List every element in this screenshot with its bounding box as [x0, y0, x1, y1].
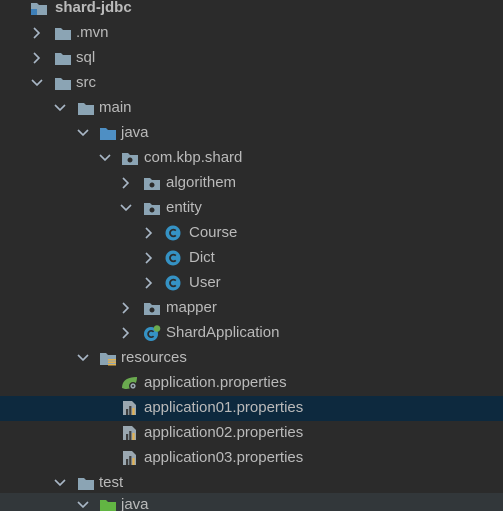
tree-node-label: com.kbp.shard: [144, 149, 243, 166]
tree-node-label: ShardApplication: [166, 324, 280, 341]
properties-file-icon: [121, 425, 139, 441]
chevron-right-icon[interactable]: [142, 251, 156, 265]
tree-node-java[interactable]: java: [0, 121, 503, 146]
tree-node-label: shard-jdbc: [55, 0, 132, 16]
tree-node-label: algorithem: [166, 174, 237, 191]
tree-node-label: application.properties: [144, 374, 287, 391]
package-icon: [143, 300, 161, 316]
tree-node-label: main: [99, 99, 132, 116]
tree-node-resources[interactable]: resources: [0, 346, 503, 371]
folder-icon: [77, 100, 95, 116]
tree-node-label: resources: [121, 349, 187, 366]
tree-node-dict[interactable]: Dict: [0, 246, 503, 271]
chevron-right-icon[interactable]: [30, 51, 44, 65]
tree-node-label: application02.properties: [144, 424, 304, 441]
chevron-right-icon[interactable]: [142, 226, 156, 240]
tree-node-label: .mvn: [76, 24, 109, 41]
chevron-down-icon[interactable]: [98, 151, 112, 165]
tree-node-main[interactable]: main: [0, 96, 503, 121]
tree-node-label: application01.properties: [144, 399, 304, 416]
tree-node-shard-jdbc[interactable]: shard-jdbc: [0, 0, 503, 21]
tree-node-algorithem[interactable]: algorithem: [0, 171, 503, 196]
chevron-down-icon[interactable]: [119, 201, 133, 215]
chevron-right-icon[interactable]: [119, 326, 133, 340]
chevron-down-icon[interactable]: [53, 476, 67, 490]
chevron-down-icon[interactable]: [76, 498, 90, 511]
tree-node-user[interactable]: User: [0, 271, 503, 296]
tree-node-label: mapper: [166, 299, 217, 316]
chevron-right-icon[interactable]: [119, 301, 133, 315]
tree-node-label: sql: [76, 49, 96, 66]
chevron-right-icon[interactable]: [119, 176, 133, 190]
folder-icon: [54, 50, 72, 66]
tree-node-label: java: [121, 496, 149, 511]
tree-node-label: Course: [189, 224, 238, 241]
tree-node-mapper[interactable]: mapper: [0, 296, 503, 321]
tree-node-src[interactable]: src: [0, 71, 503, 96]
tree-node-label: src: [76, 74, 96, 91]
folder-icon: [77, 475, 95, 491]
tree-node-label: test: [99, 474, 124, 491]
tree-node-label: entity: [166, 199, 202, 216]
tree-node-entity[interactable]: entity: [0, 196, 503, 221]
spring-properties-icon: [121, 375, 139, 391]
source-folder-icon: [99, 125, 117, 141]
spring-boot-class-icon: [143, 325, 161, 341]
chevron-right-icon[interactable]: [142, 276, 156, 290]
tree-node-application03-properties[interactable]: application03.properties: [0, 446, 503, 471]
properties-file-icon: [121, 450, 139, 466]
class-icon: [165, 275, 183, 291]
tree-node-application02-properties[interactable]: application02.properties: [0, 421, 503, 446]
module-icon: [30, 0, 48, 16]
package-icon: [143, 175, 161, 191]
chevron-down-icon[interactable]: [76, 126, 90, 140]
package-icon: [143, 200, 161, 216]
tree-node-mvn[interactable]: .mvn: [0, 21, 503, 46]
chevron-down-icon[interactable]: [53, 101, 67, 115]
tree-node-shard-application[interactable]: ShardApplication: [0, 321, 503, 346]
tree-node-label: User: [189, 274, 221, 291]
tree-node-course[interactable]: Course: [0, 221, 503, 246]
class-icon: [165, 250, 183, 266]
chevron-down-icon[interactable]: [30, 76, 44, 90]
chevron-right-icon[interactable]: [30, 26, 44, 40]
package-icon: [121, 150, 139, 166]
class-icon: [165, 225, 183, 241]
tree-node-test-java[interactable]: java: [0, 493, 503, 511]
chevron-down-icon[interactable]: [76, 351, 90, 365]
tree-node-application01-properties[interactable]: application01.properties: [0, 396, 503, 421]
folder-icon: [54, 25, 72, 41]
tree-node-label: application03.properties: [144, 449, 304, 466]
folder-icon: [54, 75, 72, 91]
tree-node-label: java: [121, 124, 149, 141]
tree-node-label: Dict: [189, 249, 215, 266]
project-tree: shard-jdbc .mvn sql src main java com.kb…: [0, 0, 503, 511]
tree-node-com-kbp-shard[interactable]: com.kbp.shard: [0, 146, 503, 171]
resources-folder-icon: [99, 350, 117, 366]
tree-node-application-properties[interactable]: application.properties: [0, 371, 503, 396]
properties-file-icon: [121, 400, 139, 416]
tree-node-sql[interactable]: sql: [0, 46, 503, 71]
test-source-folder-icon: [99, 497, 117, 511]
